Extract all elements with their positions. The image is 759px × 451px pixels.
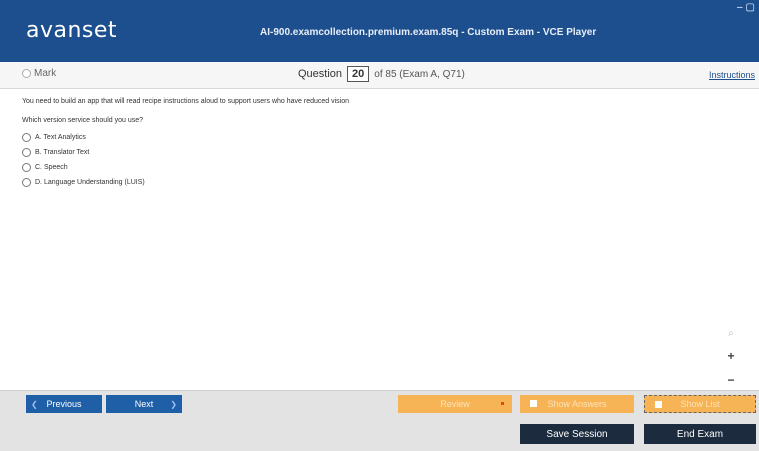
show-answers-button[interactable]: Show Answers — [520, 395, 634, 413]
radio-icon[interactable] — [22, 148, 31, 157]
zoom-in-icon[interactable]: + — [727, 349, 734, 363]
title-bar: avanset AI-900.examcollection.premium.ex… — [0, 0, 759, 62]
option-d[interactable]: D. Language Understanding (LUIS) — [22, 177, 742, 188]
save-session-button[interactable]: Save Session — [520, 424, 634, 444]
option-b[interactable]: B. Translator Text — [22, 147, 742, 158]
option-a[interactable]: A. Text Analytics — [22, 132, 742, 143]
next-button[interactable]: Next ❯ — [106, 395, 182, 413]
window-controls: – ▢ — [737, 2, 755, 13]
end-exam-button[interactable]: End Exam — [644, 424, 756, 444]
option-label: A. Text Analytics — [35, 134, 86, 141]
mark-box-icon — [22, 69, 31, 78]
radio-icon[interactable] — [22, 178, 31, 187]
show-list-button[interactable]: Show List — [644, 395, 756, 413]
option-label: D. Language Understanding (LUIS) — [35, 179, 145, 186]
checkbox-icon — [655, 401, 662, 408]
next-label: Next — [134, 399, 154, 409]
minimize-icon[interactable]: – — [737, 2, 743, 13]
mark-label: Mark — [34, 68, 57, 79]
dropdown-arrow-icon — [501, 402, 504, 405]
zoom-out-icon[interactable]: − — [727, 373, 734, 387]
option-label: C. Speech — [35, 164, 68, 171]
option-label: B. Translator Text — [35, 149, 90, 156]
radio-icon[interactable] — [22, 133, 31, 142]
question-bar: Mark Question 20 of 85 (Exam A, Q71) Ins… — [0, 62, 759, 89]
option-c[interactable]: C. Speech — [22, 162, 742, 173]
maximize-icon[interactable]: ▢ — [746, 2, 755, 13]
question-navigator: Question 20 of 85 (Exam A, Q71) — [298, 66, 465, 82]
question-text: You need to build an app that will read … — [22, 98, 350, 105]
show-answers-label: Show Answers — [547, 399, 607, 409]
review-label: Review — [440, 399, 470, 409]
zoom-controls: ⌕ + − — [723, 328, 739, 387]
review-button[interactable]: Review — [398, 395, 512, 413]
previous-button[interactable]: ❮ Previous — [26, 395, 102, 413]
magnifier-icon[interactable]: ⌕ — [728, 328, 734, 339]
checkbox-icon — [530, 400, 537, 407]
window-title: AI-900.examcollection.premium.exam.85q -… — [260, 27, 597, 38]
chevron-left-icon: ❮ — [31, 399, 38, 409]
avanset-logo: avanset — [26, 18, 118, 43]
radio-icon[interactable] — [22, 163, 31, 172]
question-number-input[interactable]: 20 — [347, 66, 370, 82]
question-prompt: Which version service should you use? — [22, 117, 144, 124]
chevron-right-icon: ❯ — [170, 399, 177, 409]
mark-checkbox[interactable]: Mark — [22, 68, 56, 79]
question-label: Question — [298, 68, 343, 80]
show-list-label: Show List — [680, 399, 720, 409]
question-count: of 85 (Exam A, Q71) — [374, 68, 465, 80]
instructions-link[interactable]: Instructions — [709, 70, 755, 80]
footer-bar: ❮ Previous Next ❯ Review Show Answers Sh… — [0, 390, 759, 451]
previous-label: Previous — [46, 399, 82, 409]
question-content: You need to build an app that will read … — [22, 98, 742, 192]
